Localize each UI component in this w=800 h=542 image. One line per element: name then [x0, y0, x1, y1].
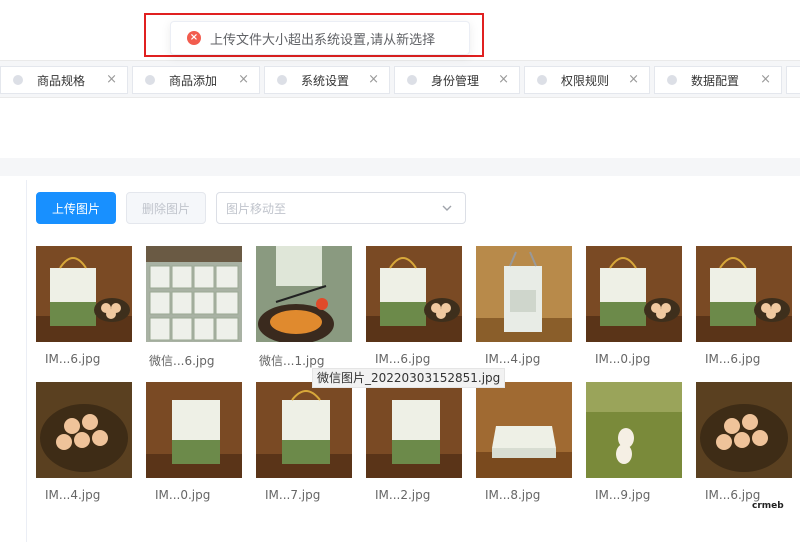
page: 商品规格 × 商品添加 × 系统设置 × 身份管理 × 权限规则 × 数据配置 … [0, 0, 800, 542]
section-divider [0, 158, 800, 176]
close-icon[interactable]: × [628, 73, 639, 87]
tab-status-dot [407, 75, 417, 85]
image-thumb-13[interactable] [586, 382, 682, 478]
close-icon[interactable]: × [498, 73, 509, 87]
image-name-1: IM...6.jpg [45, 352, 101, 366]
panel-divider [26, 180, 27, 542]
tab-label: 商品规格 [37, 73, 86, 88]
image-name-4: IM...6.jpg [375, 352, 431, 366]
tab-product-spec[interactable]: 商品规格 × [0, 66, 128, 94]
image-thumb-9[interactable] [146, 382, 242, 478]
image-name-2: 微信...6.jpg [149, 354, 215, 368]
filename-tooltip: 微信图片_20220303152851.jpg [312, 368, 506, 388]
image-name-14: IM...6.jpg [705, 488, 761, 502]
image-thumb-14[interactable] [696, 382, 792, 478]
image-thumb-6[interactable] [586, 246, 682, 342]
image-thumb-10[interactable] [256, 382, 352, 478]
eggs-in-nest-image [696, 382, 792, 478]
gift-box-image [256, 382, 352, 478]
image-thumb-4[interactable] [366, 246, 462, 342]
gift-box-image [366, 382, 462, 478]
image-name-11: IM...2.jpg [375, 488, 431, 502]
image-thumb-5[interactable] [476, 246, 572, 342]
tab-label: 数据配置 [691, 73, 740, 88]
move-to-select[interactable]: 图片移动至 [216, 192, 466, 224]
tags-bar: 商品规格 × 商品添加 × 系统设置 × 身份管理 × 权限规则 × 数据配置 … [0, 60, 800, 98]
tab-status-dot [13, 75, 23, 85]
close-icon[interactable]: × [238, 73, 249, 87]
tab-permission-rules[interactable]: 权限规则 × [524, 66, 650, 94]
image-name-12: IM...8.jpg [485, 488, 541, 502]
tab-overflow[interactable] [786, 66, 800, 94]
delete-image-button[interactable]: 删除图片 [126, 192, 206, 224]
image-name-3: 微信...1.jpg [259, 354, 325, 368]
stacked-boxes-image [146, 246, 242, 342]
image-name-13: IM...9.jpg [595, 488, 651, 502]
eggs-on-grass-image [586, 382, 682, 478]
error-icon: × [187, 31, 201, 45]
tab-data-config[interactable]: 数据配置 × [654, 66, 782, 94]
tab-product-add[interactable]: 商品添加 × [132, 66, 260, 94]
tab-label: 身份管理 [431, 73, 480, 88]
tab-identity-manage[interactable]: 身份管理 × [394, 66, 520, 94]
cooking-egg-image [256, 246, 352, 342]
tab-status-dot [537, 75, 547, 85]
image-thumb-2[interactable] [146, 246, 242, 342]
brand-logo: crmeb [752, 501, 784, 511]
tab-system-settings[interactable]: 系统设置 × [264, 66, 390, 94]
tab-label: 权限规则 [561, 73, 610, 88]
close-icon[interactable]: × [760, 73, 771, 87]
close-icon[interactable]: × [368, 73, 379, 87]
error-toast: × 上传文件大小超出系统设置,请从新选择 [170, 21, 470, 55]
gift-box-image [146, 382, 242, 478]
image-name-8: IM...4.jpg [45, 488, 101, 502]
tab-label: 商品添加 [169, 73, 218, 88]
image-name-5: IM...4.jpg [485, 352, 541, 366]
image-thumb-12[interactable] [476, 382, 572, 478]
image-thumb-1[interactable] [36, 246, 132, 342]
tab-status-dot [277, 75, 287, 85]
image-name-9: IM...0.jpg [155, 488, 211, 502]
box-back-image [476, 246, 572, 342]
tab-label: 系统设置 [301, 73, 350, 88]
box-top-image [476, 382, 572, 478]
tab-status-dot [145, 75, 155, 85]
toast-message: 上传文件大小超出系统设置,请从新选择 [210, 32, 436, 48]
image-thumb-8[interactable] [36, 382, 132, 478]
chevron-down-icon [442, 205, 452, 211]
move-to-placeholder: 图片移动至 [226, 201, 287, 216]
egg-gift-box-image [586, 246, 682, 342]
image-thumb-7[interactable] [696, 246, 792, 342]
tab-status-dot [667, 75, 677, 85]
egg-gift-box-image [36, 246, 132, 342]
image-name-7: IM...6.jpg [705, 352, 761, 366]
eggs-in-nest-image [36, 382, 132, 478]
image-name-10: IM...7.jpg [265, 488, 321, 502]
egg-gift-box-image [696, 246, 792, 342]
close-icon[interactable]: × [106, 73, 117, 87]
image-thumb-11[interactable] [366, 382, 462, 478]
egg-gift-box-image [366, 246, 462, 342]
image-name-6: IM...0.jpg [595, 352, 651, 366]
upload-image-button[interactable]: 上传图片 [36, 192, 116, 224]
image-thumb-3[interactable] [256, 246, 352, 342]
